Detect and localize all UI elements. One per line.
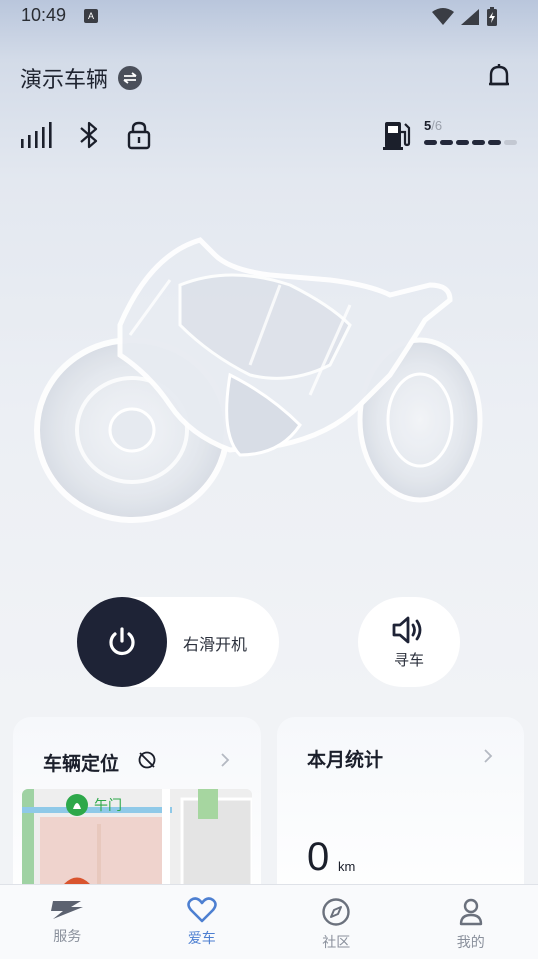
slide-to-start-label: 右滑开机 (183, 635, 248, 654)
speaker-icon (392, 616, 422, 643)
mileage-unit: km (338, 859, 356, 874)
profile-icon (459, 898, 482, 926)
vehicle-name: 演示车辆 (20, 68, 109, 93)
input-method-icon: A (84, 9, 98, 23)
nav-item-service[interactable]: 服务 (0, 885, 135, 959)
chevron-right-icon[interactable] (219, 753, 231, 767)
chevron-right-icon[interactable] (482, 749, 494, 763)
fuel-level-text: 5/6 (424, 118, 517, 133)
fuel-level-total: /6 (431, 118, 443, 133)
fuel-bar-segment (440, 140, 453, 145)
nav-label-community: 社区 (322, 935, 351, 951)
fuel-bar-segment (424, 140, 437, 145)
nav-label-profile: 我的 (456, 935, 485, 951)
power-slider[interactable]: 右滑开机 (77, 597, 279, 687)
motorcycle-image (34, 237, 483, 523)
fuel-bar-segment (488, 140, 501, 145)
nav-item-community[interactable]: 社区 (269, 885, 404, 959)
switch-vehicle-icon[interactable] (118, 66, 143, 90)
nav-label-service: 服务 (53, 929, 82, 945)
location-card-title: 车辆定位 (43, 753, 120, 775)
status-time: 10:49 (21, 5, 67, 25)
status-icons (432, 7, 498, 27)
status-bar: 10:49 A (0, 0, 538, 34)
wifi-icon (432, 8, 454, 25)
location-map[interactable]: 午门 (22, 789, 252, 899)
nav-label-my-car: 爱车 (187, 931, 216, 947)
find-vehicle-label: 寻车 (393, 650, 424, 669)
bluetooth-icon (80, 121, 98, 149)
fuel-readout: 5/6 (424, 118, 517, 145)
fuel-bar-segment (472, 140, 485, 145)
mileage-value: 0 (307, 835, 330, 879)
bottom-nav: 服务 爱车 社区 我的 (0, 884, 538, 959)
power-button[interactable] (77, 597, 167, 687)
map-tiles (22, 789, 252, 899)
power-icon (109, 627, 135, 656)
fuel-bar-segment (504, 140, 517, 145)
compass-icon (322, 898, 350, 926)
bell-icon[interactable] (486, 62, 512, 90)
service-icon (51, 901, 84, 919)
nav-item-profile[interactable]: 我的 (404, 885, 538, 959)
fuel-gauge: 5/6 (382, 118, 517, 152)
location-unavailable-icon (138, 751, 156, 769)
heart-icon (186, 897, 217, 923)
fuel-bar-segment (456, 140, 469, 145)
nav-item-my-car[interactable]: 爱车 (135, 885, 270, 959)
find-vehicle-button[interactable]: 寻车 (358, 597, 460, 687)
battery-charging-icon (487, 7, 497, 26)
cell-signal-icon (461, 9, 479, 25)
signal-strength-icon (21, 122, 52, 148)
fuel-pump-icon (383, 122, 411, 150)
map-place-label: 午门 (94, 797, 122, 813)
stats-card-title: 本月统计 (307, 749, 384, 771)
vehicle-status-icons (20, 120, 152, 150)
lock-icon[interactable] (126, 120, 152, 150)
fuel-level-bars (424, 140, 517, 145)
vehicle-selector[interactable]: 演示车辆 (20, 62, 143, 94)
